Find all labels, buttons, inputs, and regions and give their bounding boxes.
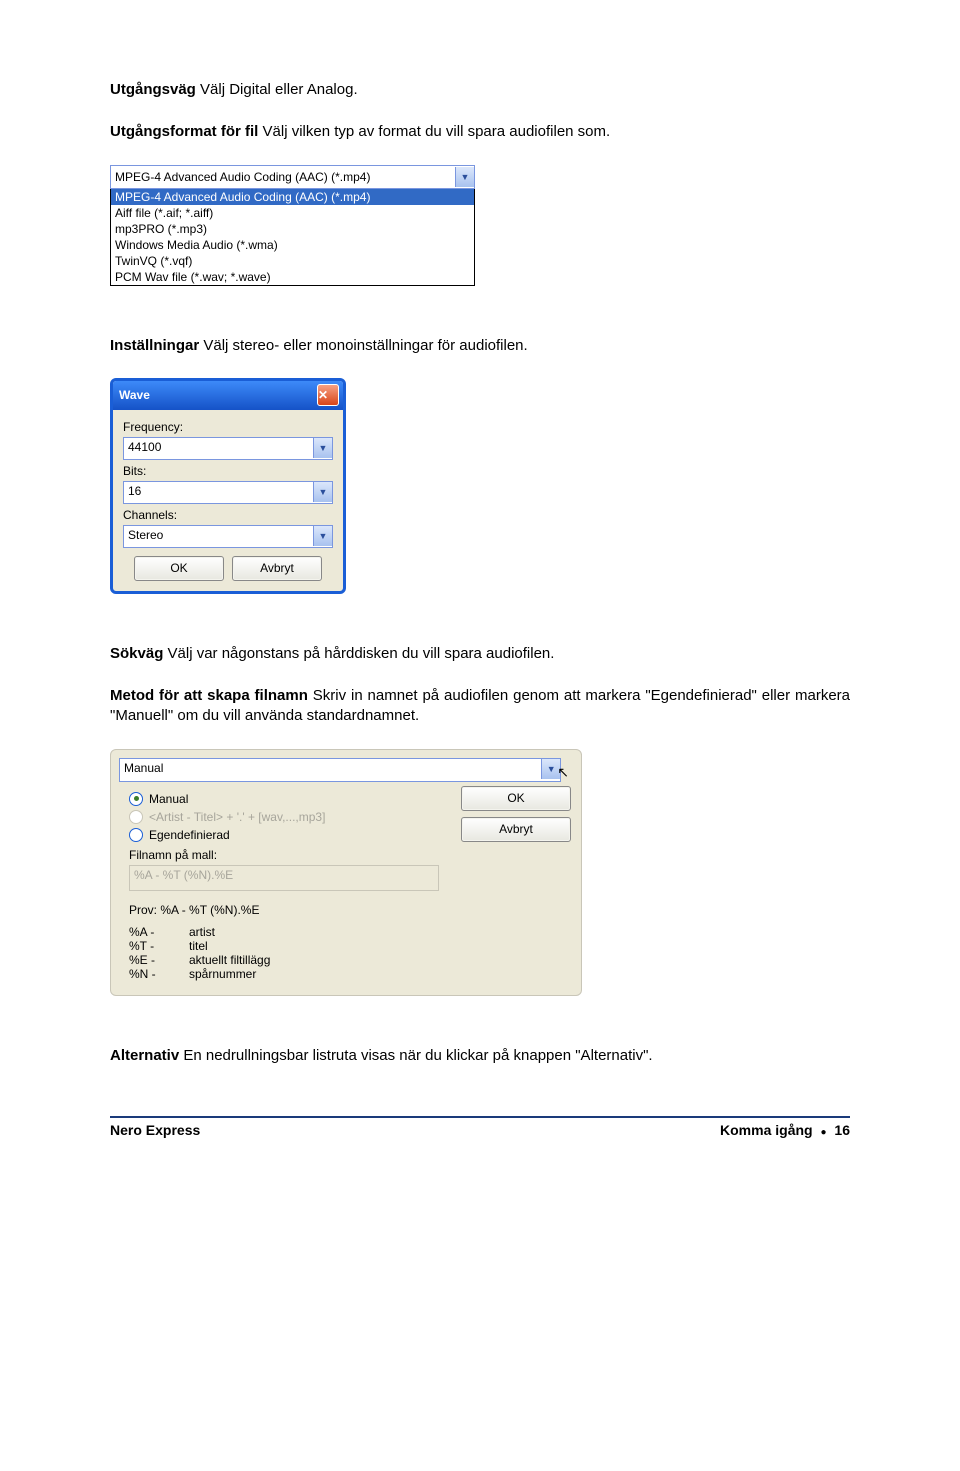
format-option-2[interactable]: mp3PRO (*.mp3) [111,221,474,237]
channels-label: Channels: [123,508,333,522]
para4-bold: Sökväg [110,645,163,662]
filename-preview: Prov: %A - %T (%N).%E [129,903,571,917]
radio-artist-title [129,810,143,824]
footer-right-b: 16 [831,1122,850,1138]
radio-manual[interactable] [129,792,143,806]
channels-value: Stereo [124,526,313,547]
close-button[interactable]: ✕ [317,384,339,406]
footer-right-a: Komma igång [720,1122,816,1138]
format-option-0[interactable]: MPEG-4 Advanced Audio Coding (AAC) (*.mp… [111,189,474,205]
legend-row-n: %N - spårnummer [129,967,571,981]
format-combo-field[interactable]: MPEG-4 Advanced Audio Coding (AAC) (*.mp… [110,165,475,189]
legend-k-t: %T - [129,939,171,953]
format-combo-dropdown-button[interactable]: ▼ [455,167,474,187]
para-metod: Metod för att skapa filnamn Skriv in nam… [110,686,850,727]
channels-field[interactable]: Stereo ▼ [123,525,333,548]
para-installningar: Inställningar Välj stereo- eller monoins… [110,336,850,356]
frequency-value: 44100 [124,438,313,459]
para-utgangsformat: Utgångsformat för fil Välj vilken typ av… [110,122,850,142]
para5-bold: Metod för att skapa filnamn [110,687,308,704]
format-option-3[interactable]: Windows Media Audio (*.wma) [111,237,474,253]
format-option-4[interactable]: TwinVQ (*.vqf) [111,253,474,269]
filename-template-label: Filnamn på mall: [129,848,571,862]
legend-row-a: %A - artist [129,925,571,939]
para-sokvag: Sökväg Välj var någonstans på hårddisken… [110,644,850,664]
bits-value: 16 [124,482,313,503]
method-combo-value: Manual [120,759,541,781]
wave-dialog-titlebar[interactable]: Wave ✕ [113,381,343,410]
para6-rest: En nedrullningsbar listruta visas när du… [179,1047,652,1064]
radio-custom[interactable] [129,828,143,842]
filename-cancel-button[interactable]: Avbryt [461,817,571,842]
bits-label: Bits: [123,464,333,478]
para6-bold: Alternativ [110,1047,179,1064]
para4-rest: Välj var någonstans på hårddisken du vil… [163,645,554,662]
radio-artist-title-label: <Artist - Titel> + '.' + [wav,...,mp3] [149,810,325,824]
legend-k-e: %E - [129,953,171,967]
wave-dialog-title: Wave [119,388,317,402]
format-combo-listbox[interactable]: MPEG-4 Advanced Audio Coding (AAC) (*.mp… [110,189,475,286]
wave-dialog: Wave ✕ Frequency: 44100 ▼ Bits: 16 ▼ Cha… [110,378,346,594]
method-combo[interactable]: Manual ▼ [119,758,561,782]
format-option-5[interactable]: PCM Wav file (*.wav; *.wave) [111,269,474,285]
chevron-down-icon: ▼ [319,443,328,453]
format-combo-selected: MPEG-4 Advanced Audio Coding (AAC) (*.mp… [111,170,455,184]
channels-dropdown-button[interactable]: ▼ [313,526,332,546]
frequency-dropdown-button[interactable]: ▼ [313,438,332,458]
legend-v-e: aktuellt filtillägg [189,953,270,967]
filename-method-panel: Manual ▼ ↖ OK Avbryt Manual <Artist - Ti… [110,749,582,996]
para2-rest: Välj vilken typ av format du vill spara … [258,123,610,140]
para1-rest: Välj Digital eller Analog. [196,81,358,98]
legend-k-n: %N - [129,967,171,981]
wave-dialog-body: Frequency: 44100 ▼ Bits: 16 ▼ Channels: … [113,410,343,591]
radio-manual-label: Manual [149,792,188,806]
para3-bold: Inställningar [110,337,199,354]
frequency-label: Frequency: [123,420,333,434]
legend-v-n: spårnummer [189,967,256,981]
para3-rest: Välj stereo- eller monoinställningar för… [199,337,528,354]
para1-bold: Utgångsväg [110,81,196,98]
close-icon: ✕ [318,388,338,402]
wave-ok-button[interactable]: OK [134,556,224,581]
filename-template-field[interactable]: %A - %T (%N).%E [129,865,439,891]
legend-row-t: %T - titel [129,939,571,953]
chevron-down-icon: ▼ [461,172,470,182]
filename-ok-button[interactable]: OK [461,786,571,811]
legend-row-e: %E - aktuellt filtillägg [129,953,571,967]
para2-bold: Utgångsformat för fil [110,123,258,140]
bits-field[interactable]: 16 ▼ [123,481,333,504]
para-alternativ: Alternativ En nedrullningsbar listruta v… [110,1046,850,1066]
format-combo-image: MPEG-4 Advanced Audio Coding (AAC) (*.mp… [110,165,475,286]
bullet-icon: ● [816,1127,830,1138]
radio-custom-label: Egendefinierad [149,828,230,842]
legend-v-t: titel [189,939,208,953]
chevron-down-icon: ▼ [319,487,328,497]
footer-right: Komma igång ● 16 [720,1122,850,1138]
para-utgangsvag: Utgångsväg Välj Digital eller Analog. [110,80,850,100]
bits-dropdown-button[interactable]: ▼ [313,482,332,502]
legend-v-a: artist [189,925,215,939]
legend-k-a: %A - [129,925,171,939]
chevron-down-icon: ▼ [547,764,556,774]
frequency-field[interactable]: 44100 ▼ [123,437,333,460]
page-footer: Nero Express Komma igång ● 16 [110,1118,850,1138]
wave-cancel-button[interactable]: Avbryt [232,556,322,581]
format-option-1[interactable]: Aiff file (*.aif; *.aiff) [111,205,474,221]
chevron-down-icon: ▼ [319,531,328,541]
footer-left: Nero Express [110,1122,200,1138]
